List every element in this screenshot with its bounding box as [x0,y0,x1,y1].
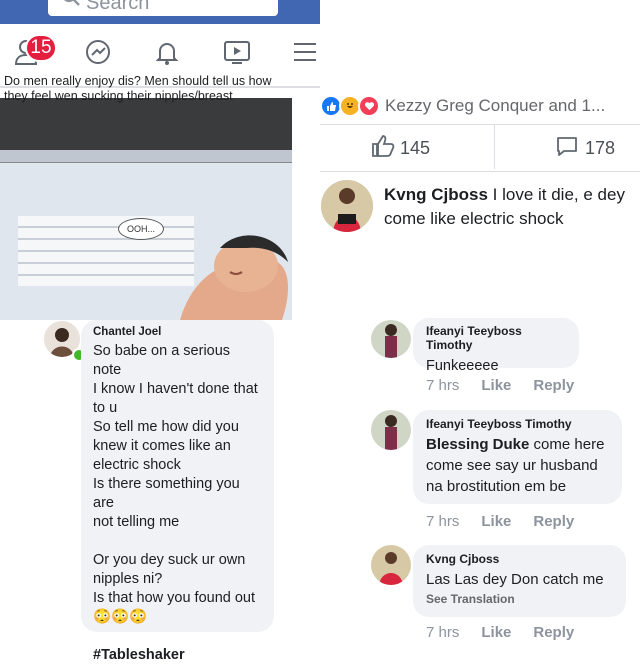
search-icon [60,0,82,14]
divider [320,124,640,125]
comment-body: Las Las dey Don catch me [426,571,604,588]
comment-author[interactable]: Kvng Cjboss [426,552,613,566]
hashtag-link[interactable]: #Tableshaker [93,646,262,665]
illustration-figure [180,235,288,320]
avatar[interactable] [371,320,411,358]
stats-separator [494,125,495,169]
comment-author[interactable]: Chantel Joel [93,326,262,338]
see-translation-link[interactable]: See Translation [426,592,613,606]
comment-bubble[interactable]: Ifeanyi Teeyboss Timothy Blessing Duke c… [413,410,622,504]
comment-body: So babe on a serious note I know I haven… [93,342,262,665]
like-link[interactable]: Like [481,377,511,394]
thumbs-up-icon [370,134,396,163]
post-image[interactable] [0,98,292,320]
menu-icon[interactable] [289,36,321,68]
comment-body: Blessing Duke come here come see say ur … [426,436,605,495]
comment-text: Kvng Cjboss I love it die, e dey come li… [384,183,639,231]
comment-author[interactable]: Ifeanyi Teeyboss Timothy [426,324,566,352]
reply-link[interactable]: Reply [533,377,574,394]
notification-badge: 15 [25,34,57,62]
reply-link[interactable]: Reply [533,513,574,530]
messenger-icon[interactable] [82,36,114,68]
like-count[interactable]: 145 [370,134,430,163]
search-input[interactable]: Search [48,0,278,16]
like-count-value: 145 [400,138,431,158]
meme-caption: Do men really enjoy dis? Men should tell… [4,74,272,103]
meme-speech-bubble: OOH... [118,218,164,240]
comment-time: 7 hrs [426,513,460,530]
comment-count-value: 178 [585,138,616,158]
comment-bubble[interactable]: Chantel Joel So babe on a serious note I… [81,320,274,663]
avatar[interactable] [371,410,411,450]
like-link[interactable]: Like [481,624,511,641]
reactor-names: Kezzy Greg Conquer and 1... [385,96,606,115]
love-reaction-icon [358,95,380,117]
divider [320,171,640,172]
comment-body: Funkeeeee [426,358,499,374]
bell-icon[interactable] [151,36,183,68]
like-link[interactable]: Like [481,513,511,530]
comment-bubble[interactable]: Ifeanyi Teeyboss Timothy Funkeeeee [413,318,579,374]
comment-bubble[interactable]: Kvng Cjboss Las Las dey Don catch me See… [413,545,626,617]
avatar[interactable] [321,180,373,232]
mention-link[interactable]: Blessing Duke [426,436,529,453]
comment-author[interactable]: Ifeanyi Teeyboss Timothy [426,417,609,431]
comment-author[interactable]: Kvng Cjboss [384,185,488,204]
emoji-row: 😳😳😳 [93,609,148,625]
comment-time: 7 hrs [426,377,460,394]
comment-time: 7 hrs [426,624,460,641]
comment-actions: 7 hrs Like Reply [426,377,574,394]
comment-actions: 7 hrs Like Reply [426,624,574,641]
comment-actions: 7 hrs Like Reply [426,513,574,530]
reaction-summary[interactable]: Kezzy Greg Conquer and 1... [320,93,605,119]
comment-icon [555,134,579,163]
watch-icon[interactable] [221,36,253,68]
reply-link[interactable]: Reply [533,624,574,641]
avatar[interactable] [371,545,411,585]
search-placeholder: Search [86,0,150,14]
comment-count[interactable]: 178 [555,134,615,163]
